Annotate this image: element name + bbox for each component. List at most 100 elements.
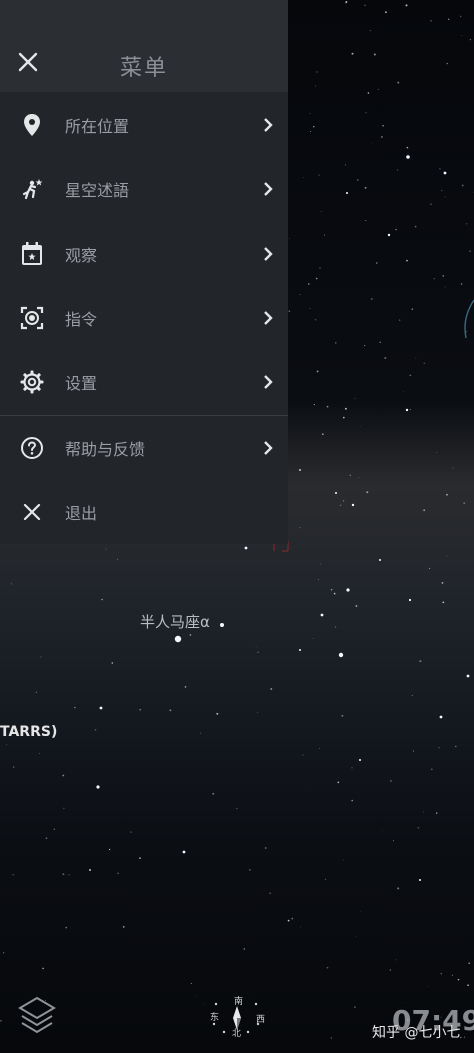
star (313, 404, 315, 406)
star (435, 451, 437, 453)
star (287, 919, 290, 922)
star (365, 219, 367, 222)
star (399, 319, 401, 321)
star (302, 177, 304, 178)
star (335, 342, 337, 344)
star (291, 917, 294, 920)
star (364, 344, 366, 347)
star (384, 357, 387, 359)
star (423, 362, 425, 364)
star (448, 18, 450, 20)
star (299, 293, 301, 295)
star (379, 341, 381, 343)
star (319, 747, 320, 749)
star (63, 807, 65, 809)
menu-item-label: 设置 (65, 374, 98, 393)
star (345, 1, 347, 4)
star (405, 4, 408, 7)
close-icon (20, 500, 44, 524)
menu-item-command[interactable]: 指令 (0, 286, 288, 350)
star (355, 936, 357, 938)
star (364, 4, 366, 7)
help-icon (20, 436, 44, 460)
menu-item-label: 退出 (65, 504, 98, 523)
star (411, 694, 413, 696)
star (360, 426, 361, 427)
star (255, 646, 257, 648)
star (446, 62, 448, 65)
drawer-header: 菜单 (0, 0, 288, 92)
star (430, 19, 432, 22)
star-name-label[interactable]: 半人马座α (140, 611, 210, 632)
star (377, 89, 379, 90)
star (184, 686, 187, 688)
bright-star (182, 850, 186, 854)
star (343, 859, 345, 861)
star (415, 357, 417, 359)
bright-star (359, 759, 361, 761)
star (101, 598, 103, 601)
menu-item-location[interactable]: 所在位置 (0, 93, 288, 157)
star (455, 745, 457, 748)
star (461, 35, 463, 36)
menu-item-label: 帮助与反馈 (65, 440, 146, 459)
star (439, 167, 441, 170)
star (354, 397, 356, 399)
star (382, 124, 384, 127)
star (444, 196, 446, 198)
star (344, 407, 347, 410)
menu-item-help-feedback[interactable]: 帮助与反馈 (0, 416, 288, 480)
scan-target-icon (20, 306, 44, 330)
star (351, 52, 354, 55)
star (375, 262, 378, 264)
star (35, 691, 37, 693)
star (122, 926, 125, 928)
menu-item-sky-story[interactable]: 星空述語 (0, 157, 288, 221)
star (358, 477, 360, 478)
star (190, 982, 193, 985)
star (289, 238, 290, 240)
menu-item-label: 观察 (65, 246, 98, 265)
star (139, 708, 142, 711)
star (365, 112, 367, 114)
star (302, 754, 304, 756)
bright-star (405, 408, 409, 412)
star (308, 283, 310, 285)
star (397, 887, 400, 890)
star (105, 548, 107, 550)
star (309, 131, 311, 133)
star (469, 38, 472, 41)
star (288, 310, 291, 312)
star (243, 948, 246, 950)
star (12, 874, 14, 876)
bright-star (220, 623, 224, 627)
star (459, 15, 462, 18)
compass-east-label: 东 (210, 1013, 220, 1023)
star (39, 753, 40, 754)
star (357, 179, 359, 181)
star (257, 651, 259, 653)
bright-star (346, 588, 350, 592)
star (323, 234, 326, 236)
star (409, 409, 411, 411)
compass[interactable]: 南 东 西 北 (204, 992, 268, 1040)
star (320, 210, 322, 212)
star (322, 433, 324, 435)
menu-item-observe[interactable]: 观察 (0, 222, 288, 286)
object-label-partial[interactable]: TARRS) (0, 724, 57, 740)
star (402, 391, 404, 393)
star (382, 830, 383, 832)
chevron-right-icon (260, 246, 276, 262)
location-pin-icon (20, 113, 44, 137)
star (381, 136, 383, 138)
layers-button[interactable] (16, 994, 58, 1038)
star (466, 223, 468, 225)
star (438, 747, 440, 749)
menu-item-exit[interactable]: 退出 (0, 480, 288, 544)
bright-star (320, 613, 324, 617)
star (351, 799, 353, 802)
star (62, 774, 65, 777)
chevron-right-icon (260, 374, 276, 390)
menu-item-settings[interactable]: 设置 (0, 350, 288, 414)
star (359, 911, 361, 912)
